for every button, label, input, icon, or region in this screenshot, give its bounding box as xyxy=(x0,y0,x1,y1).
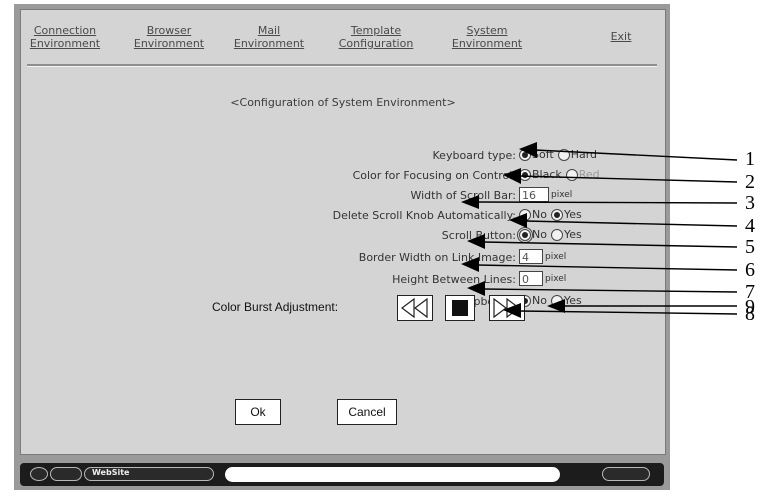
callout-number-6: 6 xyxy=(745,259,755,281)
callout-number-5: 5 xyxy=(745,236,755,258)
callout-arrowhead-5 xyxy=(467,234,485,249)
callout-line-7 xyxy=(482,288,738,293)
callout-line-2 xyxy=(518,175,738,183)
callout-line-8 xyxy=(518,310,738,315)
callout-arrowhead-1 xyxy=(519,142,537,158)
callout-arrowhead-7 xyxy=(467,281,485,296)
callout-number-9: 9 xyxy=(745,296,755,318)
callout-arrowhead-8 xyxy=(503,303,521,318)
callout-arrowhead-6 xyxy=(461,257,479,272)
callout-number-2: 2 xyxy=(745,171,755,193)
callout-number-4: 4 xyxy=(745,215,755,237)
callout-line-4 xyxy=(524,220,738,227)
callout-line-1 xyxy=(534,149,738,161)
callout-line-6 xyxy=(476,264,738,271)
callout-arrowhead-2 xyxy=(503,168,521,184)
callout-number-1: 1 xyxy=(745,148,755,170)
callout-number-3: 3 xyxy=(745,192,755,214)
callout-arrows xyxy=(461,142,738,318)
callout-arrowhead-3 xyxy=(461,195,479,209)
callout-line-3 xyxy=(476,201,738,204)
callout-arrowhead-4 xyxy=(509,213,527,228)
callout-line-5 xyxy=(482,241,738,248)
